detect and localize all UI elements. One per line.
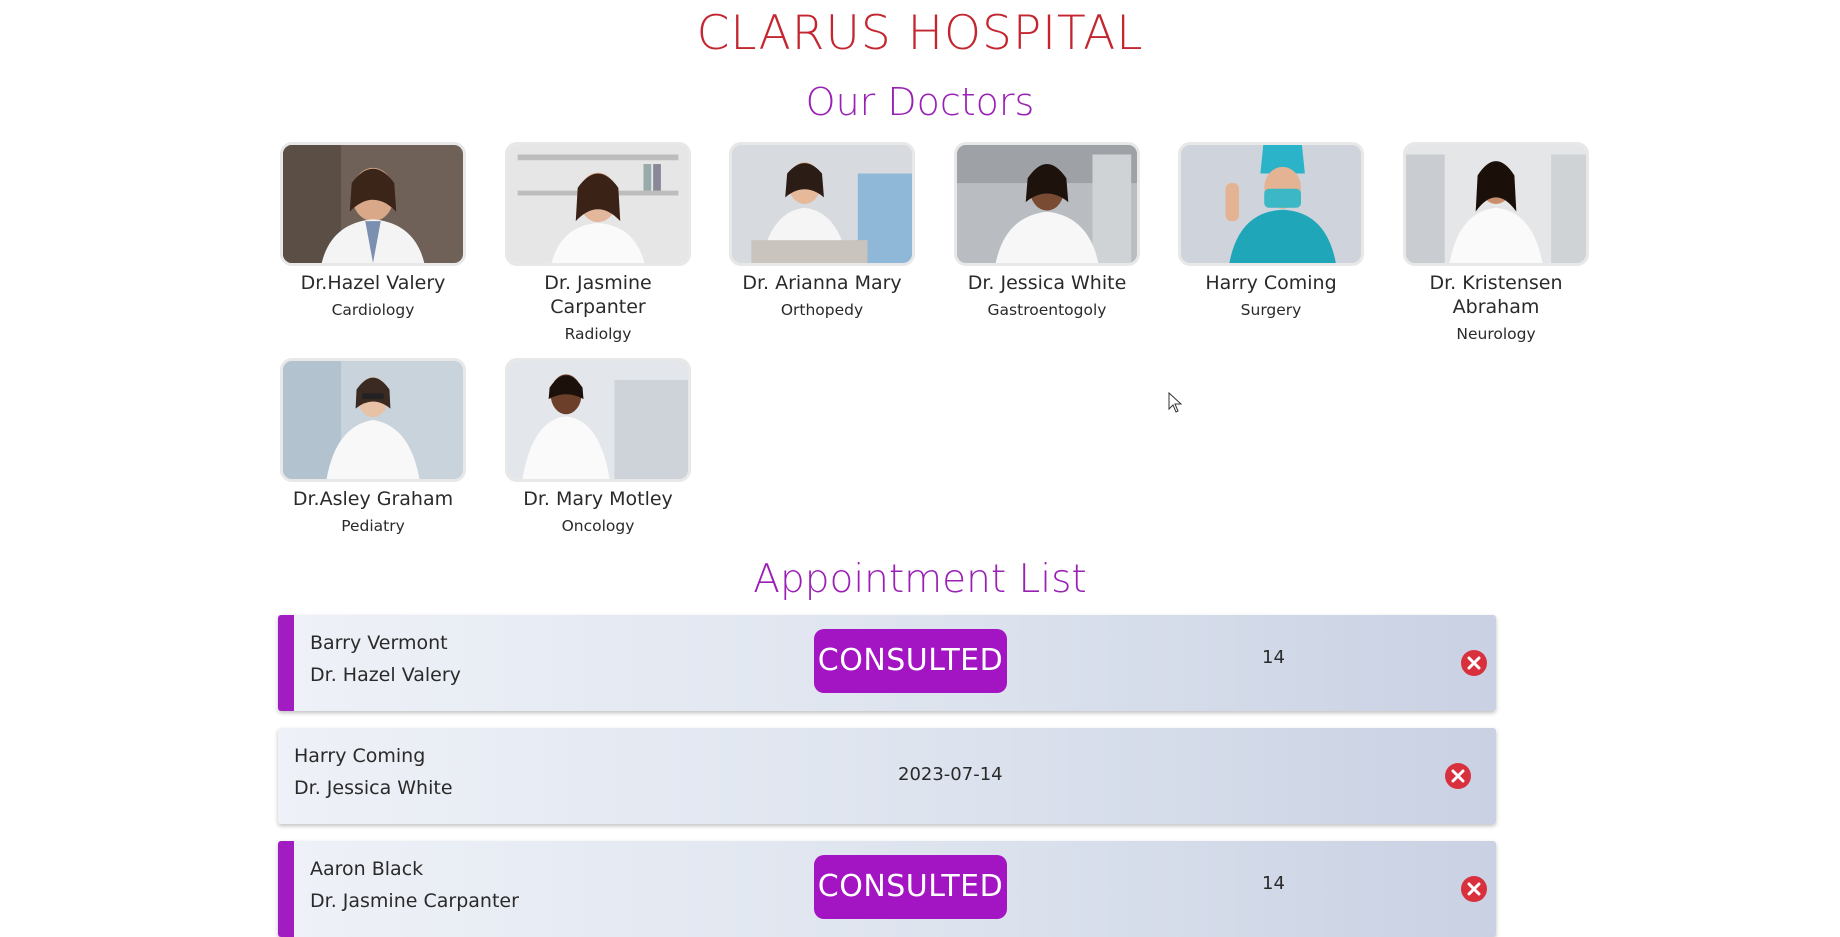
doctor-photo bbox=[505, 142, 691, 266]
doctor-specialty: Gastroentogoly bbox=[987, 301, 1107, 319]
doctor-specialty: Neurology bbox=[1456, 325, 1536, 343]
doctor-name: Dr.Asley Graham bbox=[292, 488, 454, 510]
patient-name: Barry Vermont bbox=[310, 632, 448, 654]
appointment-row: Harry Coming Dr. Jessica White 2023-07-1… bbox=[278, 728, 1496, 824]
doctor-name: Dr. Jessica White bbox=[967, 272, 1127, 294]
doctor-name: Harry Coming bbox=[1205, 272, 1337, 294]
doctor-name: Dr. Kristensen Abraham bbox=[1429, 272, 1563, 318]
doctor-specialty: Pediatry bbox=[341, 517, 405, 535]
doctor-name: Dr. Arianna Mary bbox=[742, 272, 902, 294]
doctor-card: Harry Coming Surgery bbox=[1171, 142, 1371, 320]
doctor-photo bbox=[505, 358, 691, 482]
doctors-heading: Our Doctors bbox=[805, 80, 1035, 124]
assigned-doctor: Dr. Hazel Valery bbox=[310, 664, 461, 686]
doctor-specialty: Orthopedy bbox=[780, 301, 864, 319]
assigned-doctor: Dr. Jessica White bbox=[294, 777, 453, 799]
doctor-card: Dr. Jasmine Carpanter Radiolgy bbox=[498, 142, 698, 344]
doctor-name: Dr.Hazel Valery bbox=[300, 272, 446, 294]
doctor-card: Dr. Kristensen Abraham Neurology bbox=[1396, 142, 1596, 344]
delete-appointment-button[interactable] bbox=[1460, 875, 1488, 903]
doctor-card: Dr.Hazel Valery Cardiology bbox=[273, 142, 473, 320]
status-badge: CONSULTED bbox=[814, 855, 1007, 919]
assigned-doctor: Dr. Jasmine Carpanter bbox=[310, 890, 519, 912]
appointment-row: Aaron Black Dr. Jasmine Carpanter 14 CON… bbox=[278, 841, 1496, 937]
patient-name: Harry Coming bbox=[294, 745, 426, 767]
doctor-specialty: Oncology bbox=[561, 517, 635, 535]
delete-appointment-button[interactable] bbox=[1444, 762, 1472, 790]
doctor-name: Dr. Jasmine Carpanter bbox=[544, 272, 652, 318]
appointment-date: 14 bbox=[1262, 873, 1285, 894]
doctor-photo bbox=[1178, 142, 1364, 266]
doctor-card: Dr.Asley Graham Pediatry bbox=[273, 358, 473, 536]
doctor-photo bbox=[1403, 142, 1589, 266]
doctor-card: Dr. Arianna Mary Orthopedy bbox=[722, 142, 922, 320]
mouse-cursor-icon bbox=[1168, 392, 1182, 413]
appointment-row: Barry Vermont Dr. Hazel Valery 14 CONSUL… bbox=[278, 615, 1496, 711]
doctor-card: Dr. Mary Motley Oncology bbox=[498, 358, 698, 536]
hospital-title: CLARUS HOSPITAL bbox=[696, 6, 1144, 61]
doctor-card: Dr. Jessica White Gastroentogoly bbox=[947, 142, 1147, 320]
delete-appointment-button[interactable] bbox=[1460, 649, 1488, 677]
appointment-date: 2023-07-14 bbox=[898, 764, 1003, 785]
doctor-specialty: Surgery bbox=[1240, 301, 1302, 319]
doctor-specialty: Cardiology bbox=[331, 301, 415, 319]
x-circle-icon bbox=[1461, 650, 1487, 676]
appointment-date: 14 bbox=[1262, 647, 1285, 668]
patient-name: Aaron Black bbox=[310, 858, 424, 880]
doctor-name: Dr. Mary Motley bbox=[523, 488, 673, 510]
appointments-heading: Appointment List bbox=[753, 557, 1087, 602]
doctor-photo bbox=[729, 142, 915, 266]
x-circle-icon bbox=[1445, 763, 1471, 789]
doctor-photo bbox=[280, 358, 466, 482]
doctor-specialty: Radiolgy bbox=[564, 325, 632, 343]
x-circle-icon bbox=[1461, 876, 1487, 902]
doctor-photo bbox=[280, 142, 466, 266]
status-badge: CONSULTED bbox=[814, 629, 1007, 693]
doctor-photo bbox=[954, 142, 1140, 266]
